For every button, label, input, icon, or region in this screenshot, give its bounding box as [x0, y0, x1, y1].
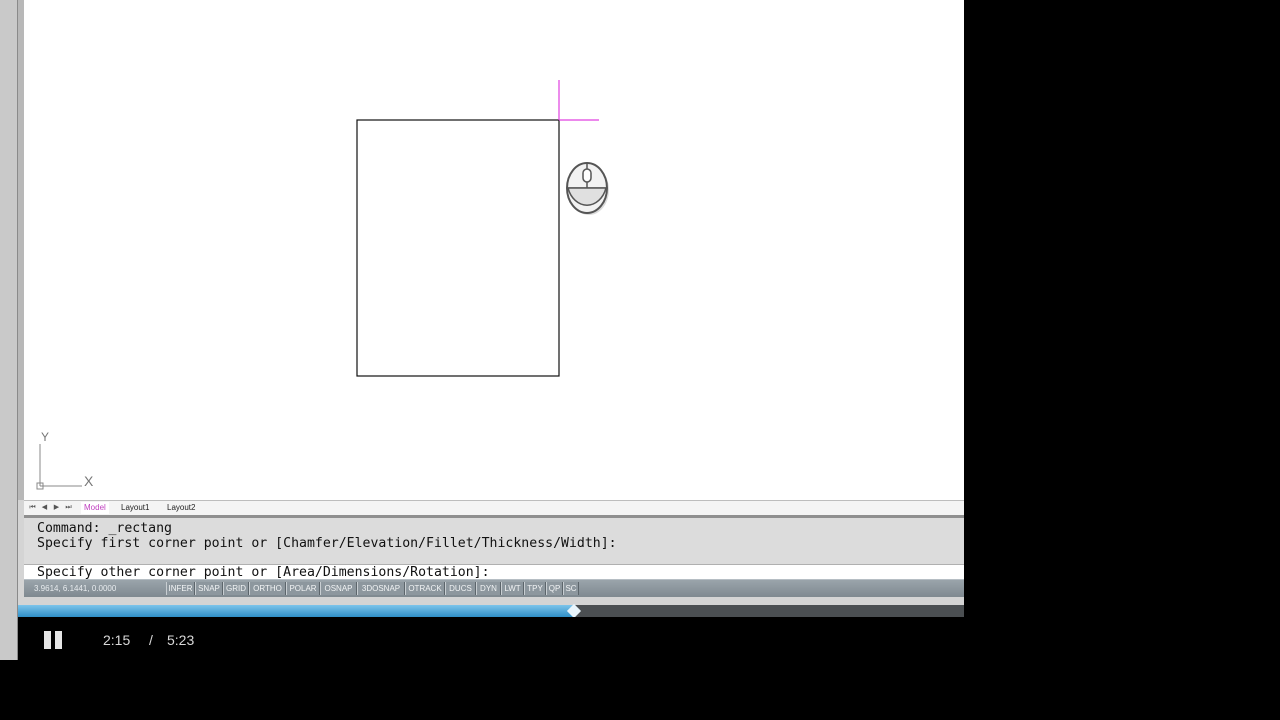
video-progress-bar[interactable]	[18, 603, 964, 619]
command-history-line: Specify first corner point or [Chamfer/E…	[37, 536, 617, 551]
video-progress-fill	[18, 605, 575, 617]
toggle-otrack[interactable]: OTRACK	[405, 582, 445, 595]
coordinate-readout[interactable]: 3.9614, 6.1441, 0.0000	[34, 582, 116, 595]
tab-model[interactable]: Model	[81, 502, 109, 514]
tab-layout1[interactable]: Layout1	[118, 502, 152, 514]
mouse-left-click-icon	[566, 162, 609, 215]
command-window: Command: _rectang Specify first corner p…	[24, 515, 964, 580]
pause-button[interactable]	[44, 631, 62, 649]
drawing-viewport[interactable]: Y X	[24, 0, 964, 500]
drawn-rectangle	[356, 119, 560, 377]
layout-tabs-bar: ⏮ ◀ ▶ ⏭ Model Layout1 Layout2	[24, 500, 964, 515]
toggle-osnap[interactable]: OSNAP	[320, 582, 357, 595]
previous-tab-icon[interactable]: ◀	[40, 503, 49, 512]
video-player-controls: 2:15 / 5:23	[18, 617, 964, 660]
next-tab-icon[interactable]: ▶	[52, 503, 61, 512]
toggle-3dosnap[interactable]: 3DOSNAP	[357, 582, 405, 595]
current-time: 2:15	[103, 632, 131, 648]
tab-layout2[interactable]: Layout2	[164, 502, 198, 514]
crosshair-cursor	[558, 80, 599, 121]
toggle-sc[interactable]: SC	[563, 582, 579, 595]
command-history-line: Command: _rectang	[37, 521, 172, 536]
last-tab-icon[interactable]: ⏭	[64, 503, 73, 512]
toggle-dyn[interactable]: DYN	[476, 582, 501, 595]
status-bar: 3.9614, 6.1441, 0.0000 INFER SNAP GRID O…	[24, 579, 964, 597]
toggle-grid[interactable]: GRID	[223, 582, 249, 595]
ucs-x-label: X	[84, 473, 94, 489]
command-input[interactable]: Specify other corner point or [Area/Dime…	[24, 564, 964, 580]
ucs-icon: Y X	[36, 430, 94, 490]
time-separator: /	[149, 632, 153, 648]
toggle-lwt[interactable]: LWT	[501, 582, 524, 595]
toggle-snap[interactable]: SNAP	[195, 582, 223, 595]
toggle-ortho[interactable]: ORTHO	[249, 582, 286, 595]
ucs-y-label: Y	[41, 430, 49, 444]
toggle-infer[interactable]: INFER	[166, 582, 195, 595]
command-prompt: Specify other corner point or [Area/Dime…	[37, 565, 490, 580]
toggle-ducs[interactable]: DUCS	[445, 582, 476, 595]
left-side-strip	[0, 0, 18, 660]
total-time: 5:23	[167, 632, 195, 648]
toggle-polar[interactable]: POLAR	[286, 582, 320, 595]
toggle-qp[interactable]: QP	[546, 582, 563, 595]
first-tab-icon[interactable]: ⏮	[28, 503, 37, 512]
pause-icon	[44, 631, 51, 649]
drawing-canvas[interactable]: Y X	[24, 0, 964, 500]
toggle-tpy[interactable]: TPY	[524, 582, 546, 595]
